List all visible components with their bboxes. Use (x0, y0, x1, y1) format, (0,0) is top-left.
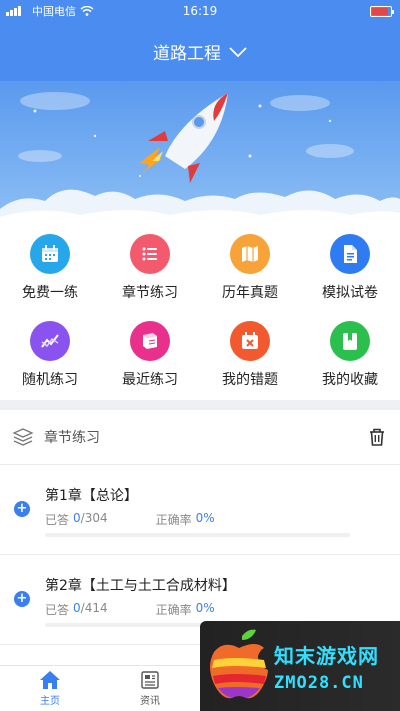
status-time: 16:19 (182, 4, 218, 18)
document-icon (330, 234, 370, 274)
accuracy-label: 正确率 (155, 603, 192, 617)
home-icon (40, 671, 60, 689)
quick-action-label: 随机练习 (22, 372, 78, 388)
answered-count: 0 (73, 511, 81, 525)
apple-logo-icon (210, 629, 268, 699)
quick-action-past-exams[interactable]: 历年真题 (200, 226, 300, 313)
section-divider (0, 400, 400, 410)
tab-label: 资讯 (140, 696, 160, 707)
book-icon (130, 321, 170, 361)
accuracy-label: 正确率 (155, 513, 192, 527)
chart-line-icon (30, 321, 70, 361)
quick-action-favorites[interactable]: 我的收藏 (300, 313, 400, 400)
accuracy-value: 0% (195, 601, 215, 615)
quick-action-free-practice[interactable]: 免费一练 (0, 226, 100, 313)
page-title: 道路工程 (153, 44, 221, 64)
quick-action-label: 免费一练 (22, 285, 78, 301)
layers-icon (12, 428, 34, 446)
banner (0, 81, 400, 226)
calendar-x-icon (230, 321, 270, 361)
section-header: 章节练习 (0, 410, 400, 465)
quick-action-mock-exam[interactable]: 模拟试卷 (300, 226, 400, 313)
trash-icon[interactable] (368, 427, 386, 447)
quick-action-recent-practice[interactable]: 最近练习 (100, 313, 200, 400)
chapter-name: 第1章【总论】 (45, 488, 138, 504)
quick-actions-grid: 免费一练 章节练习 历年真题 模拟试卷 随机练习 最近练习 我的错题 我的收藏 (0, 226, 400, 400)
list-icon (130, 234, 170, 274)
battery-icon (370, 6, 394, 17)
quick-action-label: 最近练习 (122, 372, 178, 388)
question-total: 304 (84, 511, 108, 525)
map-icon (230, 234, 270, 274)
watermark-cn: 知末游戏网 (274, 643, 379, 668)
section-title: 章节练习 (44, 430, 100, 446)
expand-plus-icon[interactable]: + (14, 501, 30, 517)
quick-action-label: 章节练习 (122, 285, 178, 301)
quick-action-wrong-answers[interactable]: 我的错题 (200, 313, 300, 400)
chapter-item[interactable]: + 第1章【总论】 已答 0 / 304 正确率 0% (0, 465, 400, 555)
chapter-name: 第2章【土工与土工合成材料】 (45, 578, 236, 594)
watermark-logo: 知末游戏网 ZMO28.CN (200, 621, 400, 711)
quick-action-label: 我的错题 (222, 372, 278, 388)
tab-home[interactable]: 主页 (0, 666, 100, 711)
quick-action-label: 我的收藏 (322, 372, 378, 388)
tab-label: 主页 (40, 696, 60, 707)
answered-count: 0 (73, 601, 81, 615)
app-header: 中国电信 16:19 道路工程 (0, 0, 400, 81)
bookmark-icon (330, 321, 370, 361)
expand-plus-icon[interactable]: + (14, 591, 30, 607)
status-bar: 中国电信 16:19 (0, 0, 400, 22)
chapter-stats: 已答 0 / 414 正确率 0% (45, 601, 215, 618)
watermark-en: ZMO28.CN (274, 672, 364, 693)
progress-bar (45, 533, 350, 537)
quick-action-chapter-practice[interactable]: 章节练习 (100, 226, 200, 313)
quick-action-label: 历年真题 (222, 285, 278, 301)
quick-action-label: 模拟试卷 (322, 285, 378, 301)
quick-action-random-practice[interactable]: 随机练习 (0, 313, 100, 400)
subject-selector[interactable]: 道路工程 (0, 22, 400, 81)
answered-label: 已答 (45, 513, 70, 527)
question-total: 414 (84, 601, 108, 615)
answered-label: 已答 (45, 603, 70, 617)
news-icon (141, 671, 159, 689)
chevron-down-icon (229, 46, 247, 57)
chapter-stats: 已答 0 / 304 正确率 0% (45, 511, 215, 528)
accuracy-value: 0% (195, 511, 215, 525)
tab-news[interactable]: 资讯 (100, 666, 200, 711)
calendar-icon (30, 234, 70, 274)
rocket-illustration (0, 92, 400, 226)
